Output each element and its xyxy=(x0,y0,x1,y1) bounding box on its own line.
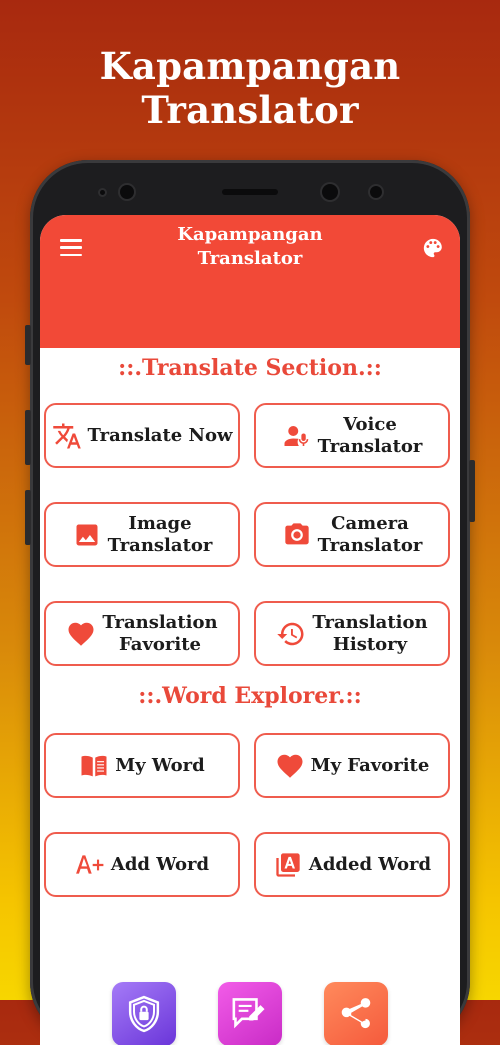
app-screen: Kapampangan Translator ::.Translate Sect… xyxy=(40,215,460,1045)
voice-translator-label-line2: Translator xyxy=(317,435,423,457)
my-word-label: My Word xyxy=(115,754,205,776)
translate-section-title: ::.Translate Section.:: xyxy=(118,355,382,381)
my-favorite-label: My Favorite xyxy=(310,754,430,776)
camera-translator-label-line1: Camera xyxy=(331,512,409,534)
share-app-button[interactable] xyxy=(324,982,388,1045)
added-word-label: Added Word xyxy=(308,853,432,875)
translation-favorite-label-line1: Translation xyxy=(102,611,218,633)
app-bar: Kapampangan Translator xyxy=(40,215,460,348)
image-translator-button[interactable]: Image Translator xyxy=(44,502,240,567)
feedback-button[interactable] xyxy=(218,982,282,1045)
voice-translator-label: Voice Translator xyxy=(318,414,423,458)
translate-now-label: Translate Now xyxy=(87,424,233,446)
phone-frame: Kapampangan Translator ::.Translate Sect… xyxy=(25,160,475,1045)
translation-favorite-button[interactable]: Translation Favorite xyxy=(44,601,240,666)
app-title-line1: Kapampangan xyxy=(177,224,323,245)
phone-sensor xyxy=(100,190,105,195)
book-icon xyxy=(79,751,109,781)
translation-history-button[interactable]: Translation History xyxy=(254,601,450,666)
letter-a-stack-icon xyxy=(273,850,303,880)
translation-favorite-label: Translation Favorite xyxy=(102,612,217,656)
app-title: Kapampangan Translator xyxy=(130,223,370,271)
my-word-button[interactable]: My Word xyxy=(44,733,240,798)
image-translator-label-line1: Image xyxy=(128,512,192,534)
phone-side-button xyxy=(25,490,31,545)
palette-icon[interactable] xyxy=(422,237,444,259)
voice-translator-label-line1: Voice xyxy=(343,413,397,435)
camera-translator-label: Camera Translator xyxy=(318,513,423,557)
image-translator-label-line2: Translator xyxy=(107,534,213,556)
image-icon xyxy=(72,520,102,550)
banner-title: Kapampangan Translator xyxy=(99,44,401,132)
phone-sensor xyxy=(370,186,382,198)
translation-history-label: Translation History xyxy=(312,612,427,656)
phone-side-button xyxy=(25,410,31,465)
camera-icon xyxy=(282,520,312,550)
translate-now-button[interactable]: Translate Now xyxy=(44,403,240,468)
translation-favorite-label-line2: Favorite xyxy=(118,633,201,655)
phone-side-button xyxy=(25,325,31,365)
add-word-label: Add Word xyxy=(110,853,210,875)
earpiece-speaker xyxy=(222,189,278,195)
share-icon xyxy=(337,995,375,1033)
front-camera xyxy=(120,185,134,199)
shield-lock-icon xyxy=(125,994,163,1034)
privacy-policy-button[interactable] xyxy=(112,982,176,1045)
voice-person-icon xyxy=(282,421,312,451)
hamburger-menu-icon[interactable] xyxy=(60,239,82,257)
app-title-line2: Translator xyxy=(197,248,303,269)
translate-icon xyxy=(52,421,82,451)
translation-history-label-line2: History xyxy=(332,633,408,655)
phone-side-button xyxy=(469,460,475,522)
my-favorite-button[interactable]: My Favorite xyxy=(254,733,450,798)
front-camera xyxy=(322,184,338,200)
translation-history-label-line1: Translation xyxy=(312,611,428,633)
camera-translator-label-line2: Translator xyxy=(317,534,423,556)
heart-icon xyxy=(66,619,96,649)
heart-icon xyxy=(275,751,305,781)
chat-pencil-icon xyxy=(229,994,271,1034)
history-icon xyxy=(276,619,306,649)
a-plus-icon xyxy=(75,850,105,880)
image-translator-label: Image Translator xyxy=(108,513,213,557)
voice-translator-button[interactable]: Voice Translator xyxy=(254,403,450,468)
word-explorer-title: ::.Word Explorer.:: xyxy=(138,683,362,709)
added-word-button[interactable]: Added Word xyxy=(254,832,450,897)
camera-translator-button[interactable]: Camera Translator xyxy=(254,502,450,567)
add-word-button[interactable]: Add Word xyxy=(44,832,240,897)
